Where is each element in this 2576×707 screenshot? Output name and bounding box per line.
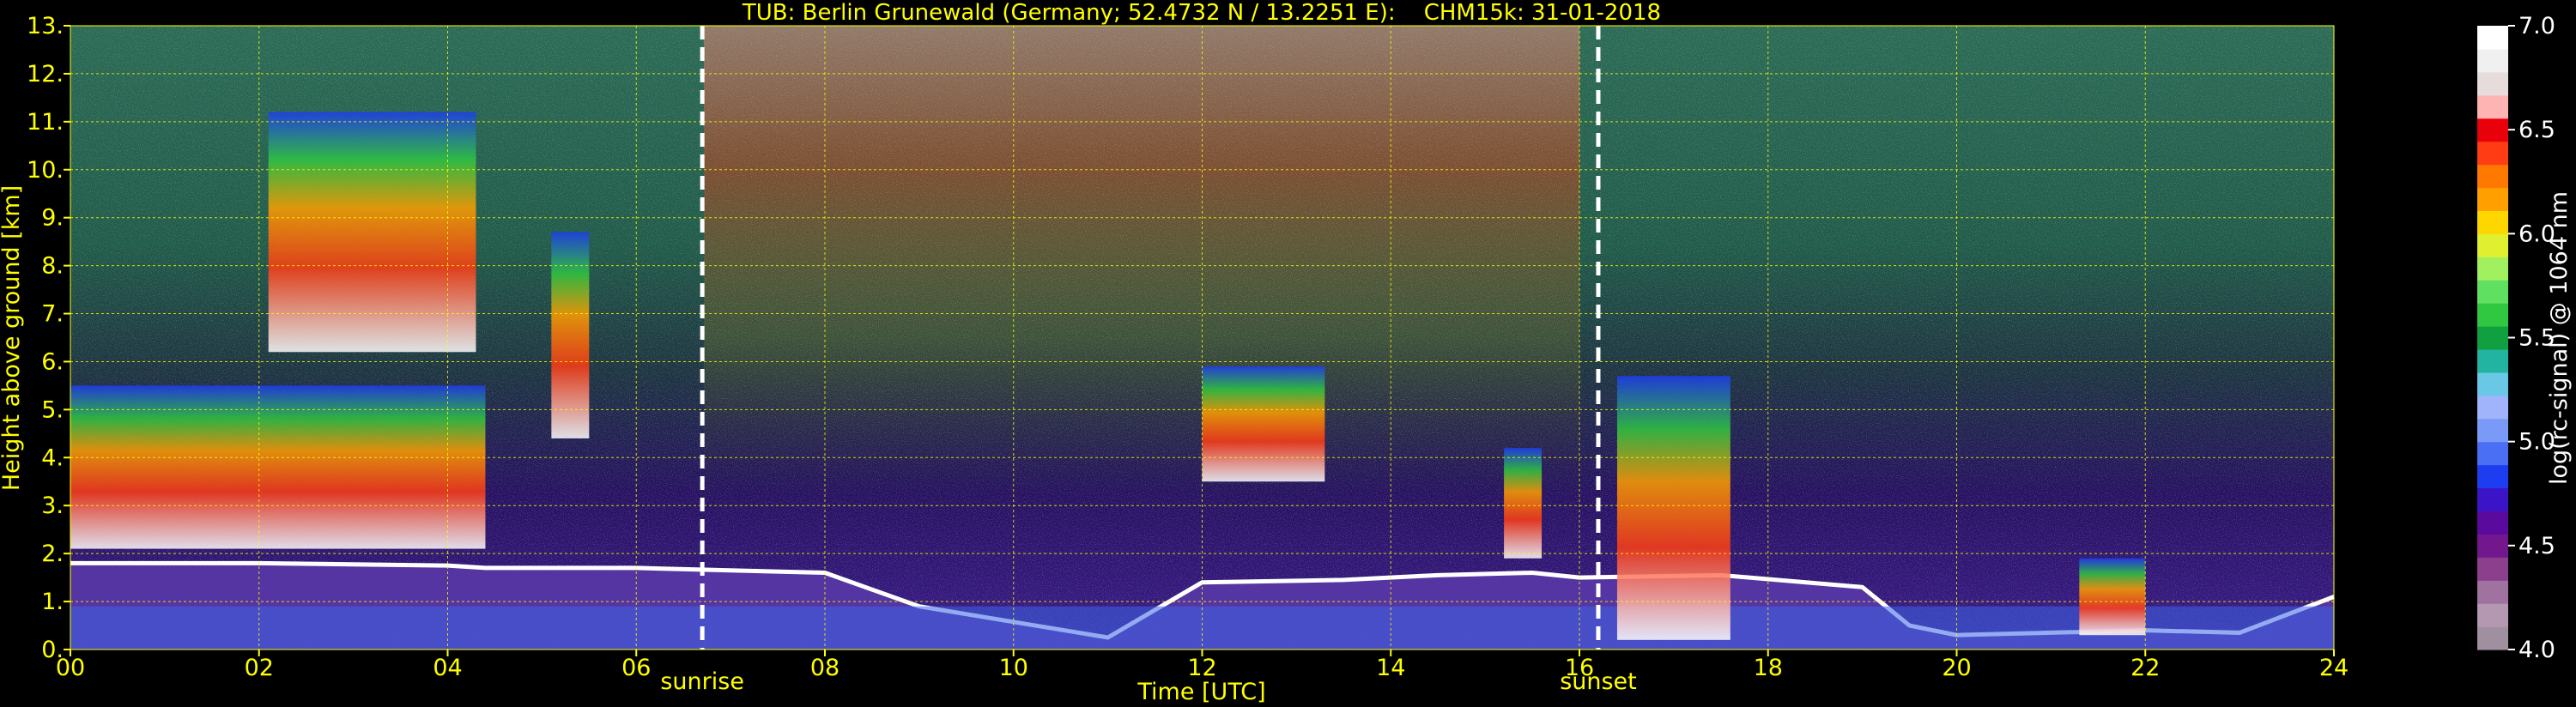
colorbar-segment — [2477, 326, 2508, 350]
low-cloud-7 — [2079, 558, 2146, 636]
y-tick-label: 0. — [41, 637, 64, 663]
colorbar-segment — [2477, 118, 2508, 142]
y-tick-label: 9. — [41, 205, 64, 232]
colorbar-segment — [2477, 210, 2508, 234]
chart-title: TUB: Berlin Grunewald (Germany; 52.4732 … — [742, 0, 1661, 26]
y-tick-label: 4. — [41, 444, 64, 471]
x-tick-label: 16 — [1565, 655, 1594, 681]
y-tick-label: 8. — [41, 253, 64, 280]
colorbar-segment — [2477, 626, 2508, 650]
colorbar-segment — [2477, 348, 2508, 373]
low-cloud-6 — [1616, 376, 1730, 640]
colorbar-tick-label: 4.5 — [2518, 533, 2555, 559]
y-tick-label: 3. — [41, 492, 64, 519]
x-tick-label: 12 — [1187, 655, 1216, 681]
colorbar-segment — [2477, 464, 2508, 489]
colorbar-segment — [2477, 303, 2508, 327]
colorbar-label: log(rc-signal) @ 1064 nm — [2546, 191, 2573, 485]
colorbar-segment — [2477, 141, 2508, 166]
colorbar-segment — [2477, 257, 2508, 281]
colorbar-segment — [2477, 557, 2508, 581]
colorbar-segment — [2477, 487, 2508, 512]
x-tick-label: 20 — [1942, 655, 1971, 681]
x-axis-ticks: 00 02 04 06 08 10 12 14 16 18 20 22 24 — [56, 650, 2349, 681]
y-axis-ticks: 0. 1. 2. 3. 4. 5. 6. 7. 8. 9. 10. 11. 12. 13. — [27, 13, 70, 663]
colorbar-segment — [2477, 580, 2508, 604]
x-tick-label: 14 — [1376, 655, 1405, 681]
x-tick-label: 18 — [1754, 655, 1783, 681]
x-axis-label: Time [UTC] — [1136, 679, 1265, 705]
y-tick-label: 11. — [27, 109, 64, 136]
sunrise-label: sunrise — [660, 668, 744, 695]
colorbar-segment — [2477, 441, 2508, 466]
colorbar-segment — [2477, 164, 2508, 189]
colorbar-segment — [2477, 48, 2508, 73]
colorbar-segment — [2477, 94, 2508, 119]
cirrus-1 — [268, 112, 476, 353]
y-tick-label: 5. — [41, 396, 64, 423]
colorbar-segment — [2477, 187, 2508, 212]
colorbar-segment — [2477, 418, 2508, 443]
y-tick-label: 10. — [27, 157, 64, 184]
colorbar: 4.04.55.05.56.06.57.0 — [2477, 13, 2555, 663]
cirrus-2 — [551, 232, 590, 438]
colorbar-segment — [2477, 280, 2508, 304]
y-axis-label: Height above ground [km] — [0, 185, 25, 491]
colorbar-segment — [2477, 511, 2508, 535]
y-tick-label: 1. — [41, 589, 64, 615]
y-tick-label: 2. — [41, 541, 64, 567]
colorbar-segment — [2477, 233, 2508, 257]
lidar-chart: sunrise sunset 00 02 04 06 08 10 12 14 16 18 20 22 24… — [0, 0, 2573, 705]
mid-level-cloud-3 — [70, 385, 486, 549]
colorbar-segment — [2477, 26, 2508, 50]
colorbar-segment — [2477, 372, 2508, 396]
mid-level-cloud-4 — [1202, 366, 1325, 482]
x-tick-label: 24 — [2319, 655, 2349, 681]
x-tick-label: 02 — [245, 655, 274, 681]
colorbar-tick-label: 6.5 — [2518, 117, 2555, 143]
x-tick-label: 04 — [433, 655, 462, 681]
colorbar-segment — [2477, 603, 2508, 627]
x-tick-label: 22 — [2131, 655, 2160, 681]
mid-level-cloud-5 — [1504, 448, 1543, 559]
colorbar-segment — [2477, 71, 2508, 96]
y-tick-label: 12. — [27, 61, 64, 88]
y-tick-label: 7. — [41, 301, 64, 328]
colorbar-tick-label: 7.0 — [2518, 13, 2555, 39]
colorbar-segment — [2477, 534, 2508, 558]
plot-area: sunrise sunset — [70, 25, 2335, 695]
x-tick-label: 06 — [621, 655, 651, 681]
y-tick-label: 13. — [27, 13, 64, 39]
y-tick-label: 6. — [41, 348, 64, 375]
colorbar-segment — [2477, 395, 2508, 420]
x-tick-label: 10 — [999, 655, 1028, 681]
x-tick-label: 08 — [810, 655, 839, 681]
colorbar-tick-label: 4.0 — [2518, 637, 2555, 663]
